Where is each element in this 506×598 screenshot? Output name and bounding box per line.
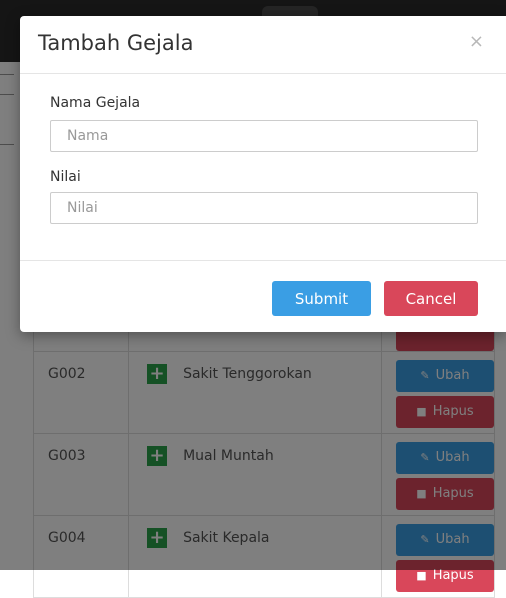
symptom-name-label: Nama Gejala (50, 95, 141, 111)
symptom-name-input[interactable] (50, 120, 478, 152)
value-input[interactable] (50, 192, 478, 224)
add-symptom-modal: Tambah Gejala × Nama Gejala Nilai Submit… (20, 16, 506, 332)
value-label: Nilai (50, 169, 81, 185)
submit-button[interactable]: Submit (272, 281, 371, 316)
modal-body: Nama Gejala Nilai (20, 74, 506, 261)
cancel-button[interactable]: Cancel (384, 281, 478, 316)
modal-title: Tambah Gejala (38, 31, 194, 55)
modal-header: Tambah Gejala × (20, 16, 506, 74)
close-icon[interactable]: × (469, 31, 484, 52)
modal-footer: Submit Cancel (20, 261, 506, 333)
